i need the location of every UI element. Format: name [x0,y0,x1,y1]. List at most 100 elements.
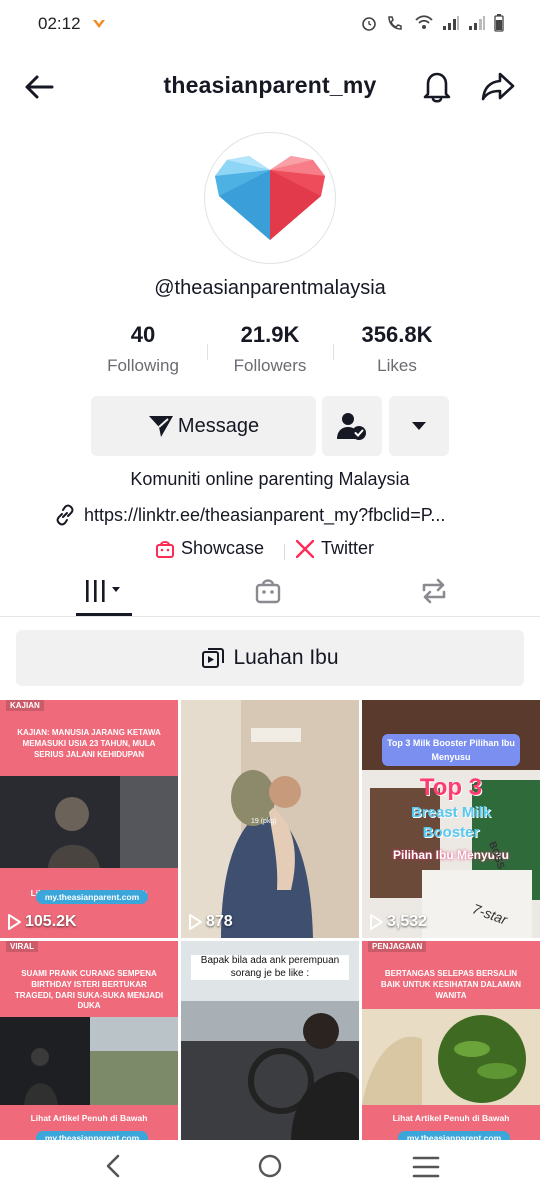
signal-icon-2 [469,16,485,30]
video-thumbnail[interactable]: KAJIAN KAJIAN: MANUSIA JARANG KETAWA MEM… [0,700,178,938]
video-big-text-4: Pilihan Ibu Menyusu [392,848,509,862]
wifi-call-icon [388,16,402,30]
alarm-icon [362,17,376,31]
stat-label: Likes [377,356,417,375]
tab-videos[interactable] [76,566,132,616]
profile-stats: 40 Following 21.9K Followers 356.8K Like… [0,322,540,382]
caret-down-icon [412,422,426,430]
video-cta: Lihat Artikel Penuh di Bawah [392,1113,510,1123]
nav-home-icon[interactable] [257,1153,283,1179]
bell-icon[interactable] [420,68,454,104]
playlist-label: Luahan Ibu [233,646,339,669]
status-time: 02:12 [38,14,81,33]
woman-silhouette-icon [0,776,178,868]
video-big-text-3: Booster [422,824,480,841]
link-icon [56,504,74,526]
video-tag: PENJAGAAN [368,941,427,952]
stat-value: 21.9K [240,322,300,347]
video-headline: SUAMI PRANK CURANG SEMPENA BIRTHDAY ISTE… [14,969,164,1011]
play-icon [370,914,383,930]
more-options-button[interactable] [389,396,449,456]
links-divider [284,544,285,560]
twitter-link[interactable]: Twitter [296,538,374,559]
herbs-photo [362,1009,540,1105]
heart-logo-icon [215,156,325,240]
app-notification-icon [92,17,106,35]
video-cta: Lihat Artikel Penuh di Bawah [30,1113,148,1123]
video-big-text-2: Breast Milk [410,804,492,821]
nav-recent-apps-icon[interactable] [412,1155,440,1179]
signal-icon [443,16,459,30]
x-logo-icon [296,539,314,558]
link-text: https://linktr.ee/theasianparent_my?fbcl… [84,504,446,525]
video-views: 878 [206,913,233,930]
repost-icon [422,578,446,604]
page-title: theasianparent_my [163,72,377,98]
video-photo [362,1009,540,1105]
following-status-button[interactable] [322,396,382,456]
battery-icon [494,14,504,32]
video-overlay-text: 19 (pkg) [251,818,277,825]
status-icons [360,14,504,32]
video-url: my.theasianparent.com [36,890,148,904]
user-check-icon [337,413,366,440]
video-big-text-1: Top 3 [419,774,483,801]
twitter-label: Twitter [321,538,375,558]
videos-grid-icon [86,580,120,602]
profile-header: theasianparent_my [0,56,540,116]
video-grid: KAJIAN KAJIAN: MANUSIA JARANG KETAWA MEM… [0,700,540,1140]
stat-value: 356.8K [361,322,433,347]
send-icon [148,416,173,437]
system-nav-bar [0,1140,540,1194]
video-view-count: 878 [188,913,233,931]
tab-active-indicator [76,613,132,616]
nav-back-icon[interactable] [101,1153,127,1179]
shopping-bag-icon [156,540,174,558]
video-photo [0,1017,178,1105]
video-photo [0,776,178,868]
video-badge: Top 3 Milk Booster Pilihan Ibu Menyusu [382,734,520,766]
profile-username: @theasianparentmalaysia [154,277,386,299]
profile-tabs [0,566,540,617]
extra-links: Showcase Twitter [0,536,540,564]
stat-label: Following [107,356,179,375]
playlist-icon [202,648,225,668]
video-views: 3,532 [387,913,428,930]
wifi-icon [415,15,433,29]
video-url: my.theasianparent.com [36,1131,148,1140]
video-views: 105.2K [25,913,77,930]
video-headline: BERTANGAS SELEPAS BERSALIN BAIK UNTUK KE… [380,969,522,1000]
video-view-count: 105.2K [7,913,77,931]
showcase-link[interactable]: Showcase [155,538,264,559]
stat-followers[interactable]: 21.9K Followers [205,322,335,376]
stat-likes[interactable]: 356.8K Likes [332,322,462,376]
tab-shop[interactable] [240,566,296,616]
message-button[interactable]: Message [91,396,316,456]
share-icon[interactable] [480,69,516,103]
video-thumbnail[interactable]: Top 3 Milk Booster Pilihan Ibu Menyusu T… [362,700,540,938]
video-headline: KAJIAN: MANUSIA JARANG KETAWA MEMASUKI U… [17,728,161,759]
message-label: Message [177,414,260,437]
avatar[interactable] [204,132,336,264]
play-icon [189,914,202,930]
video-tag: KAJIAN [6,700,44,711]
video-thumbnail[interactable]: Bapak bila ada ank perempuan sorang je b… [181,941,359,1140]
video-url: my.theasianparent.com [398,1131,510,1140]
video-caption: Bapak bila ada ank perempuan sorang je b… [191,955,349,980]
stat-following[interactable]: 40 Following [78,322,208,376]
video-thumbnail[interactable]: VIRAL SUAMI PRANK CURANG SEMPENA BIRTHDA… [0,941,178,1140]
profile-link[interactable]: https://linktr.ee/theasianparent_my?fbcl… [54,504,445,526]
video-thumbnail[interactable]: PENJAGAAN BERTANGAS SELEPAS BERSALIN BAI… [362,941,540,1140]
stat-label: Followers [233,356,307,375]
shop-bag-icon [255,579,281,604]
tab-reposts[interactable] [406,566,462,616]
play-icon [8,914,21,930]
showcase-label: Showcase [181,538,265,558]
funeral-photo [0,1017,178,1105]
video-thumbnail[interactable]: 19 (pkg) 878 [181,700,359,938]
playlist-button[interactable]: Luahan Ibu [16,630,524,686]
video-tag: VIRAL [6,941,38,952]
profile-bio: Komuniti online parenting Malaysia [130,469,410,489]
status-bar: 02:12 [0,0,540,50]
video-view-count: 3,532 [369,913,427,931]
